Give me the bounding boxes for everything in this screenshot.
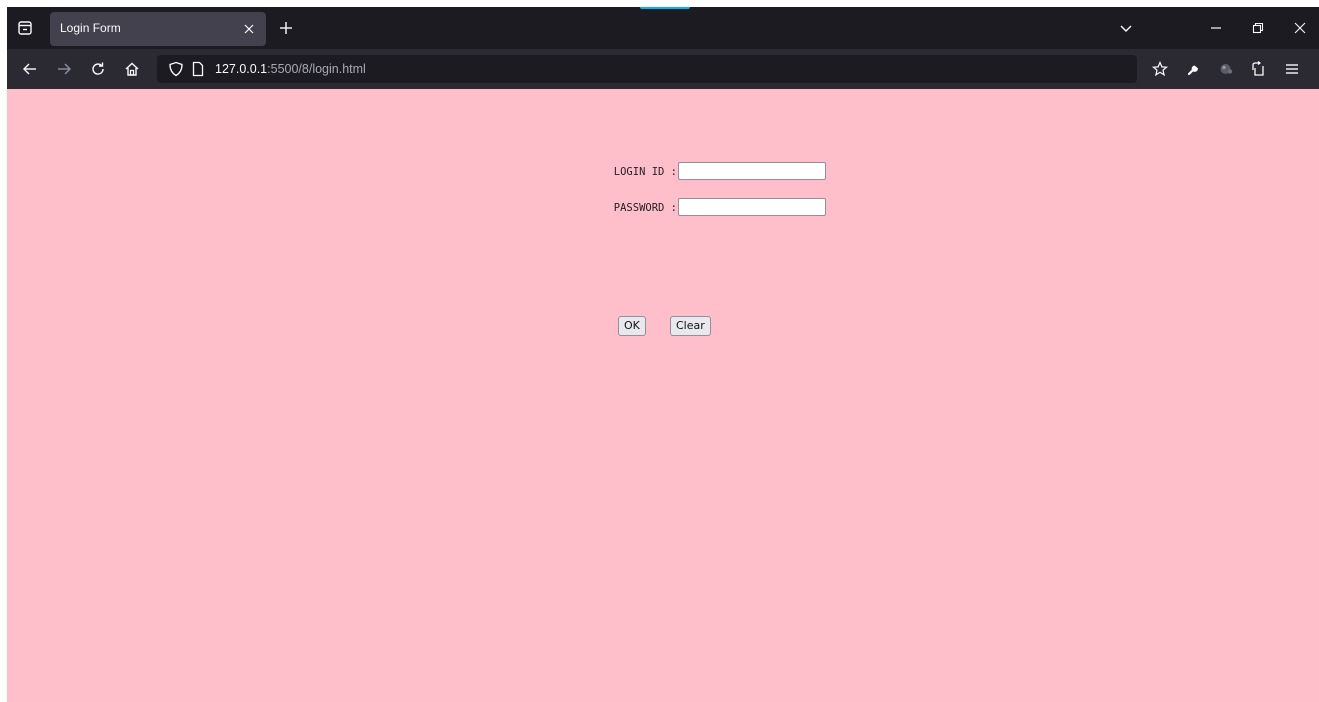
- login-id-label: LOGIN ID :: [613, 166, 677, 178]
- clear-button[interactable]: Clear: [670, 316, 711, 336]
- restore-icon[interactable]: [1246, 16, 1270, 40]
- shield-icon[interactable]: [167, 60, 185, 78]
- bookmark-star-icon[interactable]: [1147, 56, 1173, 82]
- url-path: :5500/8/login.html: [267, 62, 366, 76]
- new-tab-icon[interactable]: [274, 16, 298, 40]
- browser-window: Login Form 127.0.0.1:5500/8/login.html L…: [7, 7, 1319, 702]
- navigation-toolbar: 127.0.0.1:5500/8/login.html: [7, 49, 1319, 89]
- page-content: LOGIN ID : PASSWORD : OK Clear: [7, 89, 1319, 702]
- tab-list-icon[interactable]: [13, 16, 37, 40]
- address-bar[interactable]: 127.0.0.1:5500/8/login.html: [157, 55, 1137, 83]
- password-label: PASSWORD :: [613, 202, 677, 214]
- minimize-icon[interactable]: [1204, 16, 1228, 40]
- page-icon[interactable]: [189, 60, 207, 78]
- login-id-field[interactable]: [678, 162, 826, 180]
- ok-button[interactable]: OK: [618, 316, 646, 336]
- close-window-icon[interactable]: [1288, 16, 1312, 40]
- share-icon[interactable]: [1245, 56, 1271, 82]
- tab-title: Login Form: [60, 21, 121, 35]
- close-icon[interactable]: [240, 20, 258, 38]
- drag-indicator: [640, 7, 690, 9]
- home-icon[interactable]: [119, 56, 145, 82]
- wrench-icon[interactable]: [1181, 56, 1207, 82]
- hamburger-menu-icon[interactable]: [1279, 56, 1305, 82]
- tab-login-form[interactable]: Login Form: [50, 12, 266, 46]
- password-field[interactable]: [678, 198, 826, 216]
- url-text[interactable]: 127.0.0.1:5500/8/login.html: [215, 62, 366, 76]
- extension-globe-icon[interactable]: [1213, 56, 1239, 82]
- back-arrow-icon[interactable]: [17, 56, 43, 82]
- url-host: 127.0.0.1: [215, 62, 268, 76]
- forward-arrow-icon[interactable]: [51, 56, 77, 82]
- tab-strip: Login Form: [7, 7, 1319, 49]
- reload-icon[interactable]: [85, 56, 111, 82]
- chevron-down-icon[interactable]: [1114, 16, 1138, 40]
